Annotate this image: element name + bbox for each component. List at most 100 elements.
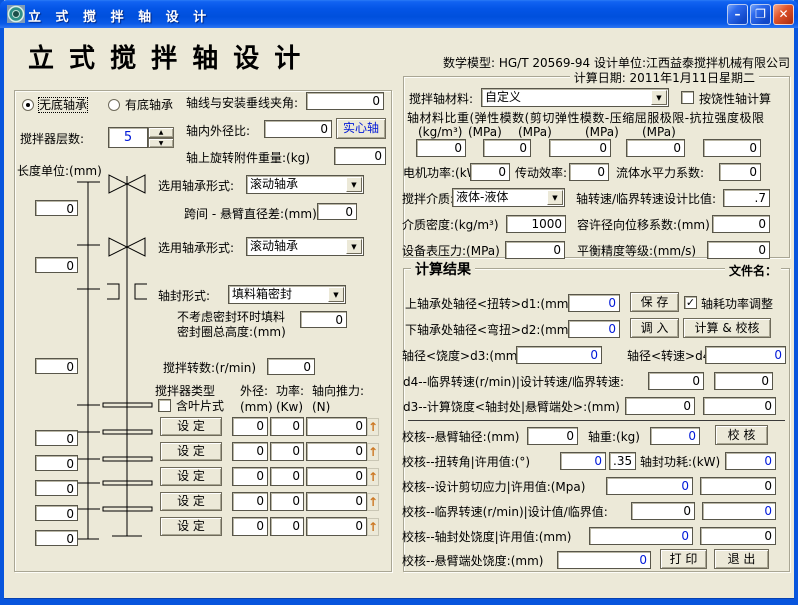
shear-field-1[interactable]: 0 <box>606 477 693 495</box>
bearing1-dropdown[interactable]: 滚动轴承▼ <box>246 175 364 194</box>
title-bar[interactable]: 立 式 搅 拌 轴 设 计 – ❐ ✕ <box>0 0 798 28</box>
length-field-7[interactable]: 0 <box>35 505 78 521</box>
torsion-field-2[interactable]: .35 <box>609 452 636 470</box>
density-prop-field[interactable]: 0 <box>416 139 466 157</box>
layers-spin-down-icon[interactable]: ▼ <box>148 138 174 148</box>
speed-ratio-field[interactable]: .7 <box>723 189 770 207</box>
impeller-1-thrust-field[interactable]: 0 <box>306 417 367 436</box>
power-adjust-checkbox[interactable]: ✓ <box>684 296 697 309</box>
impeller-4-thrust-field[interactable]: 0 <box>306 492 367 511</box>
chevron-down-icon[interactable]: ▼ <box>547 190 563 205</box>
set-button-4[interactable]: 设 定 <box>160 492 222 511</box>
material-dropdown[interactable]: 自定义▼ <box>481 88 669 107</box>
impeller-1-power-field[interactable]: 0 <box>270 417 304 436</box>
yield-limit-field[interactable]: 0 <box>626 139 685 157</box>
cantilever-flex-field[interactable]: 0 <box>557 551 651 569</box>
solid-shaft-button[interactable]: 实心轴 <box>336 118 386 139</box>
flexible-shaft-checkbox[interactable] <box>681 91 694 104</box>
up-arrow-icon[interactable]: ↑ <box>367 518 379 536</box>
calc-check-button[interactable]: 计算 & 校核 <box>683 318 771 338</box>
impeller-1-diameter-field[interactable]: 0 <box>232 417 268 436</box>
impeller-5-diameter-field[interactable]: 0 <box>232 517 268 536</box>
blade-type-label[interactable]: 含叶片式 <box>176 399 224 413</box>
impeller-5-thrust-field[interactable]: 0 <box>306 517 367 536</box>
packing-height-field[interactable]: 0 <box>300 311 347 328</box>
impeller-4-diameter-field[interactable]: 0 <box>232 492 268 511</box>
set-button-2[interactable]: 设 定 <box>160 442 222 461</box>
up-arrow-icon[interactable]: ↑ <box>367 493 379 511</box>
up-arrow-icon[interactable]: ↑ <box>367 443 379 461</box>
fluid-coeff-field[interactable]: 0 <box>719 163 761 181</box>
shaft-weight-field[interactable]: 0 <box>650 427 700 445</box>
blade-type-checkbox[interactable] <box>158 399 171 412</box>
stir-speed-field[interactable]: 0 <box>267 358 315 375</box>
chevron-down-icon[interactable]: ▼ <box>328 287 344 302</box>
impeller-3-diameter-field[interactable]: 0 <box>232 467 268 486</box>
crit-speed-field-2[interactable]: 0 <box>702 502 776 520</box>
efficiency-field[interactable]: 0 <box>569 163 609 181</box>
seal-type-dropdown[interactable]: 填料箱密封▼ <box>228 285 346 304</box>
load-button[interactable]: 调 入 <box>630 318 679 338</box>
d2-field[interactable]: 0 <box>568 320 620 338</box>
motor-power-field[interactable]: 0 <box>470 163 510 181</box>
d1-field[interactable]: 0 <box>568 294 620 312</box>
length-field-2[interactable]: 0 <box>35 257 78 273</box>
bearing2-dropdown[interactable]: 滚动轴承▼ <box>246 237 364 256</box>
layers-spin-up-icon[interactable]: ▲ <box>148 127 174 138</box>
radial-disp-field[interactable]: 0 <box>712 215 770 233</box>
radio-no-bottom-bearing-label[interactable]: 无底轴承 <box>39 98 87 112</box>
d4-crit-field-1[interactable]: 0 <box>648 372 704 390</box>
chevron-down-icon[interactable]: ▼ <box>346 239 362 254</box>
impeller-3-thrust-field[interactable]: 0 <box>306 467 367 486</box>
length-field-1[interactable]: 0 <box>35 200 78 216</box>
print-button[interactable]: 打 印 <box>660 549 707 569</box>
seal-flex-field-1[interactable]: 0 <box>589 527 693 545</box>
set-button-1[interactable]: 设 定 <box>160 417 222 436</box>
power-adjust-label[interactable]: 轴耗功率调整 <box>701 297 773 311</box>
d3-field[interactable]: 0 <box>516 346 602 364</box>
shear-modulus-field[interactable]: 0 <box>549 139 611 157</box>
impeller-2-thrust-field[interactable]: 0 <box>306 442 367 461</box>
seal-power-field[interactable]: 0 <box>725 452 776 470</box>
medium-density-field[interactable]: 1000 <box>506 215 566 233</box>
seal-flex-field-2[interactable]: 0 <box>700 527 776 545</box>
shear-field-2[interactable]: 0 <box>700 477 776 495</box>
impeller-5-power-field[interactable]: 0 <box>270 517 304 536</box>
length-field-6[interactable]: 0 <box>35 480 78 496</box>
torsion-field-1[interactable]: 0 <box>560 452 606 470</box>
crit-speed-field-1[interactable]: 0 <box>631 502 695 520</box>
d3-flex-field-1[interactable]: 0 <box>625 397 695 415</box>
impeller-3-power-field[interactable]: 0 <box>270 467 304 486</box>
impeller-2-power-field[interactable]: 0 <box>270 442 304 461</box>
exit-button[interactable]: 退 出 <box>714 549 769 569</box>
angle-field[interactable]: 0 <box>306 92 384 110</box>
check-shaft-field[interactable]: 0 <box>527 427 578 445</box>
attach-weight-field[interactable]: 0 <box>334 147 386 165</box>
up-arrow-icon[interactable]: ↑ <box>367 468 379 486</box>
d3-flex-field-2[interactable]: 0 <box>703 397 776 415</box>
radio-no-bottom-bearing[interactable] <box>22 99 34 111</box>
d4-field[interactable]: 0 <box>705 346 786 364</box>
set-button-5[interactable]: 设 定 <box>160 517 222 536</box>
length-field-3[interactable]: 0 <box>35 358 78 374</box>
set-button-3[interactable]: 设 定 <box>160 467 222 486</box>
flexible-shaft-label[interactable]: 按饶性轴计算 <box>699 92 771 106</box>
save-button[interactable]: 保 存 <box>630 292 679 312</box>
length-field-8[interactable]: 0 <box>35 530 78 546</box>
elastic-modulus-field[interactable]: 0 <box>483 139 531 157</box>
close-button[interactable]: ✕ <box>773 4 794 25</box>
chevron-down-icon[interactable]: ▼ <box>346 177 362 192</box>
radio-with-bottom-bearing-label[interactable]: 有底轴承 <box>125 98 173 112</box>
minimize-button[interactable]: – <box>727 4 748 25</box>
span-diff-field[interactable]: 0 <box>317 203 357 220</box>
up-arrow-icon[interactable]: ↑ <box>367 418 379 436</box>
layers-input[interactable]: 5 <box>108 127 148 148</box>
chevron-down-icon[interactable]: ▼ <box>651 90 667 105</box>
impeller-2-diameter-field[interactable]: 0 <box>232 442 268 461</box>
ratio-field[interactable]: 0 <box>264 120 332 138</box>
tensile-limit-field[interactable]: 0 <box>703 139 761 157</box>
balance-grade-field[interactable]: 0 <box>707 241 770 259</box>
impeller-4-power-field[interactable]: 0 <box>270 492 304 511</box>
check-button[interactable]: 校 核 <box>715 425 768 445</box>
radio-with-bottom-bearing[interactable] <box>108 99 120 111</box>
